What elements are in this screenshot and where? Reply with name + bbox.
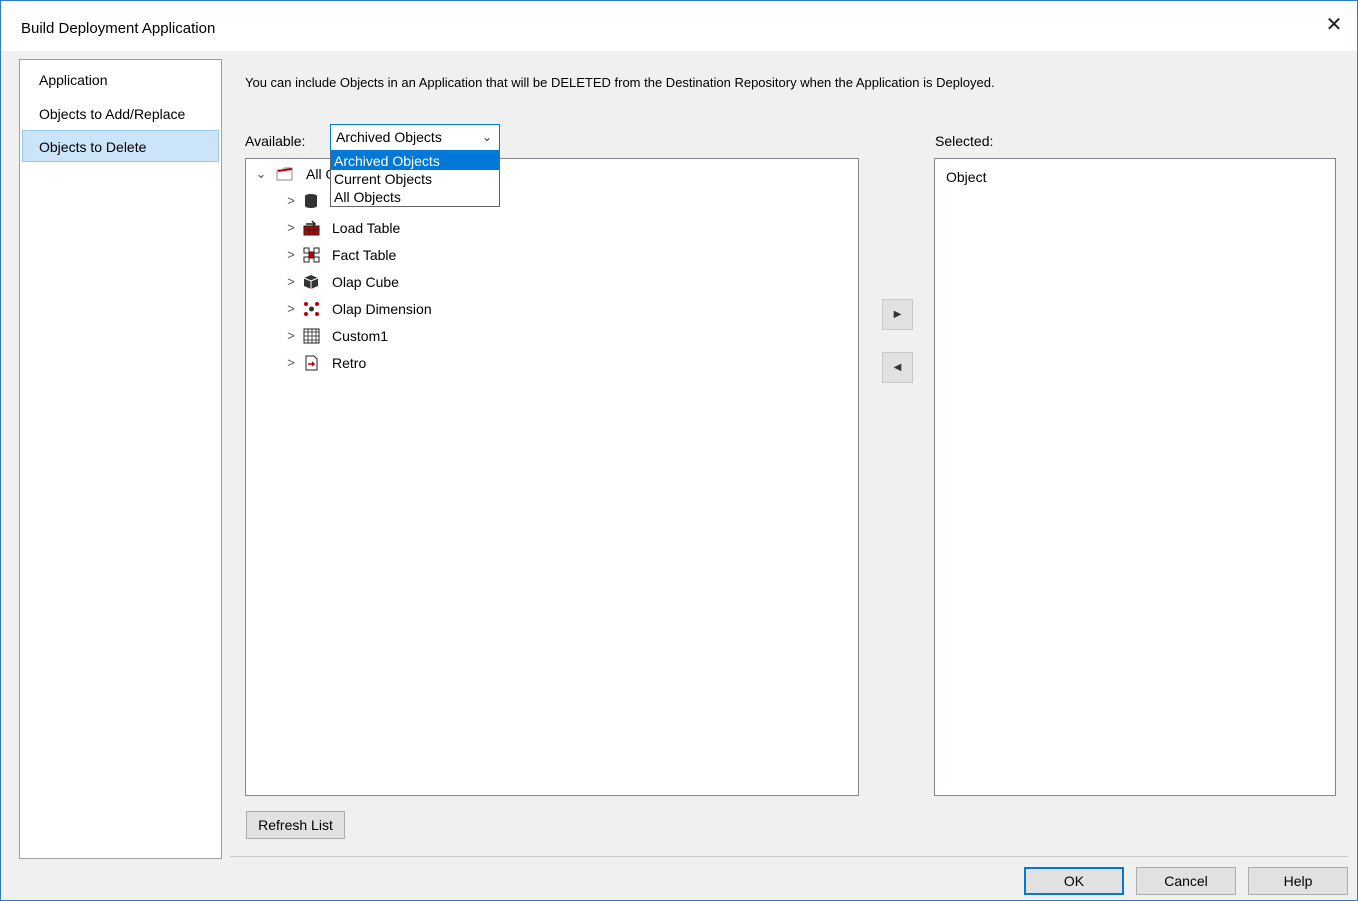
cancel-button[interactable]: Cancel: [1136, 867, 1236, 895]
available-dropdown-list[interactable]: Archived Objects Current Objects All Obj…: [330, 151, 500, 207]
available-combo[interactable]: Archived Objects ⌄: [330, 124, 500, 151]
tree-node[interactable]: > Olap Dimension: [246, 298, 546, 320]
refresh-list-button[interactable]: Refresh List: [246, 811, 345, 839]
tree-node-label: Load Table: [332, 220, 401, 236]
dialog-title: Build Deployment Application: [21, 20, 216, 37]
ok-button[interactable]: OK: [1024, 867, 1124, 895]
help-button[interactable]: Help: [1248, 867, 1348, 895]
tree-node-label: Olap Dimension: [332, 301, 432, 317]
chevron-down-icon: ⌄: [481, 130, 492, 144]
tree-node[interactable]: > Fact Table: [246, 244, 546, 266]
tree-node-label: Fact Table: [332, 247, 397, 263]
database-icon: [303, 193, 320, 209]
dropdown-option-archived[interactable]: Archived Objects: [331, 152, 499, 170]
combo-value: Archived Objects: [336, 129, 442, 145]
custom-table-icon: [303, 328, 320, 344]
nav-item-application[interactable]: Application: [22, 63, 219, 95]
chevron-down-icon[interactable]: ⌄: [254, 163, 268, 185]
chevron-right-icon[interactable]: >: [284, 325, 298, 347]
nav-item-objects-to-delete[interactable]: Objects to Delete: [22, 130, 219, 162]
available-tree[interactable]: ⌄ All O > > Load Table > Fact Table > Ol…: [245, 158, 859, 796]
dropdown-option-current[interactable]: Current Objects: [331, 170, 499, 188]
close-button[interactable]: ✕: [1311, 9, 1357, 39]
tree-node[interactable]: > Custom1: [246, 325, 546, 347]
chevron-right-icon[interactable]: >: [284, 298, 298, 320]
tree-node[interactable]: > Retro: [246, 352, 546, 374]
chevron-right-icon[interactable]: >: [284, 244, 298, 266]
folder-icon: [276, 166, 293, 182]
chevron-right-icon[interactable]: >: [284, 190, 298, 212]
dialog-window: Build Deployment Application ✕ Applicati…: [0, 0, 1358, 901]
chevron-right-icon[interactable]: >: [284, 271, 298, 293]
tree-node-label: Olap Cube: [332, 274, 399, 290]
tree-node[interactable]: > Load Table: [246, 217, 546, 239]
load-table-icon: [303, 220, 320, 236]
tree-node-label: Custom1: [332, 328, 389, 344]
column-header-object[interactable]: Object: [946, 169, 986, 185]
tree-node-label: Retro: [332, 355, 367, 371]
nav-item-objects-to-add-replace[interactable]: Objects to Add/Replace: [22, 97, 219, 129]
description-text: You can include Objects in an Applicatio…: [245, 75, 995, 90]
remove-from-selected-button[interactable]: ◀: [882, 352, 913, 383]
selected-label: Selected:: [935, 133, 994, 149]
chevron-right-icon[interactable]: >: [284, 352, 298, 374]
chevron-right-icon[interactable]: >: [284, 217, 298, 239]
title-bar: Build Deployment Application ✕: [1, 1, 1357, 51]
close-icon: ✕: [1325, 13, 1343, 36]
play-right-icon: ▶: [893, 309, 902, 320]
olap-dimension-icon: [303, 301, 320, 317]
retro-icon: [303, 355, 320, 371]
navigation-list: Application Objects to Add/Replace Objec…: [19, 59, 222, 859]
dropdown-option-all[interactable]: All Objects: [331, 188, 499, 206]
footer-separator: [230, 856, 1348, 857]
olap-cube-icon: [303, 274, 320, 290]
play-left-icon: ◀: [893, 362, 902, 373]
add-to-selected-button[interactable]: ▶: [882, 299, 913, 330]
available-label: Available:: [245, 133, 306, 149]
tree-node[interactable]: > Olap Cube: [246, 271, 546, 293]
selected-list[interactable]: Object: [934, 158, 1336, 796]
fact-table-icon: [303, 247, 320, 263]
